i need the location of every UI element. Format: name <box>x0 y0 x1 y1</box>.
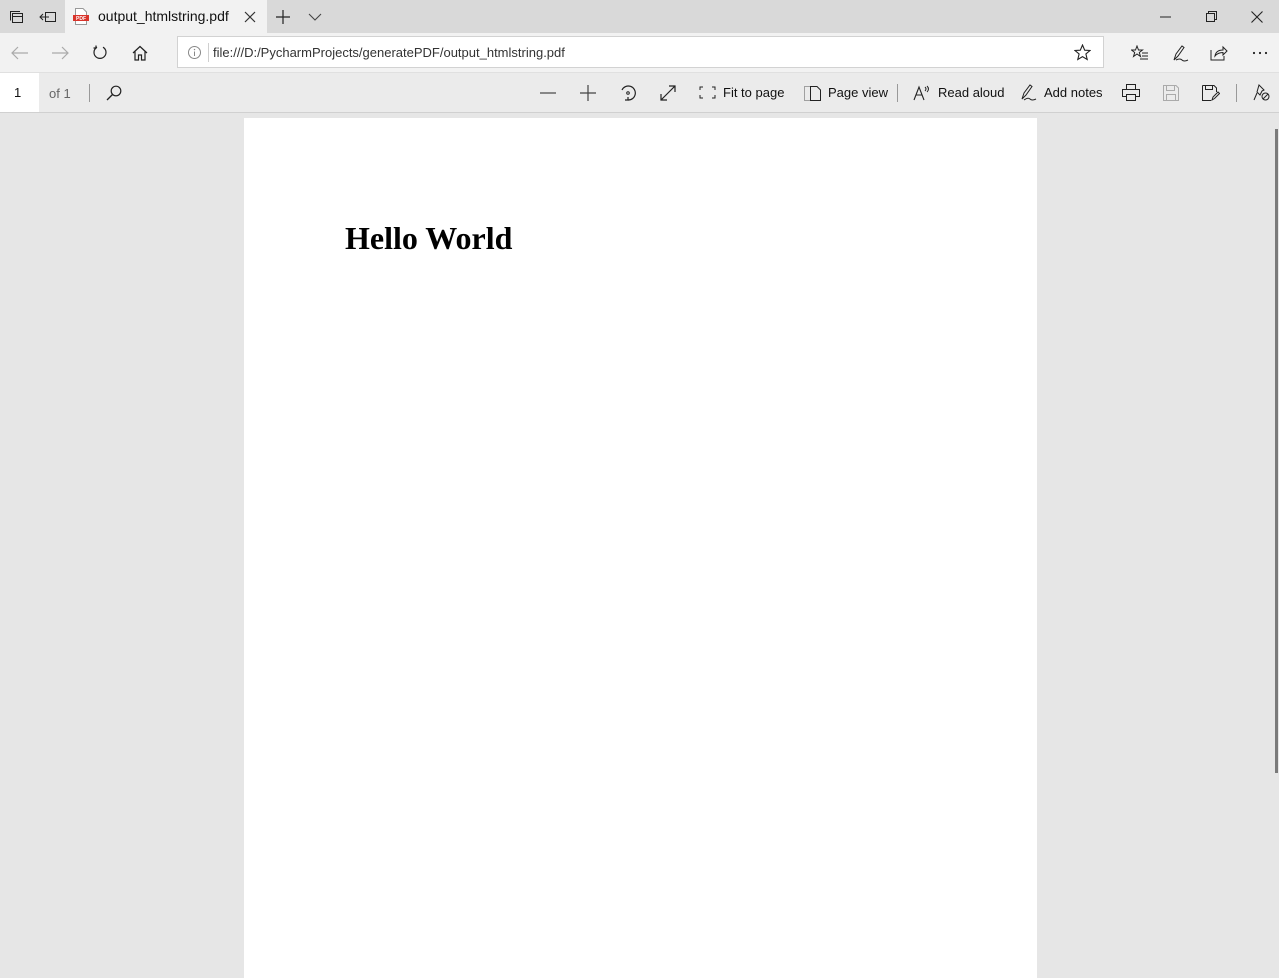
set-aside-tabs-icon <box>39 9 57 25</box>
minimize-icon <box>1159 16 1171 18</box>
page-count-label: of 1 <box>49 86 71 101</box>
unpin-icon <box>1253 84 1270 101</box>
pdf-file-icon: PDF <box>73 8 89 25</box>
pen-icon <box>1171 44 1189 62</box>
add-notes-button-nav[interactable] <box>1160 33 1200 72</box>
more-dots-icon <box>1252 51 1268 55</box>
read-aloud-button[interactable]: Read aloud <box>913 73 1005 112</box>
add-notes-label: Add notes <box>1044 85 1103 100</box>
back-button[interactable] <box>0 33 40 72</box>
document-heading: Hello World <box>345 220 513 256</box>
add-favorite-button[interactable] <box>1067 37 1097 67</box>
site-info-icon[interactable] <box>182 37 206 67</box>
fit-to-page-label: Fit to page <box>723 85 785 100</box>
fit-to-page-button[interactable]: Fit to page <box>699 73 784 112</box>
toolbar-divider <box>897 84 898 102</box>
more-button[interactable] <box>1240 33 1279 72</box>
search-icon <box>106 85 122 101</box>
close-icon <box>244 11 256 23</box>
page-number-input[interactable] <box>0 73 39 112</box>
arrow-right-icon <box>51 46 69 60</box>
tab-title: output_htmlstring.pdf <box>98 8 229 24</box>
plus-icon <box>276 9 290 24</box>
save-as-button[interactable] <box>1197 73 1225 112</box>
pen-icon <box>1020 84 1037 101</box>
save-icon <box>1163 84 1179 101</box>
active-tab[interactable]: PDF output_htmlstring.pdf <box>65 0 267 33</box>
refresh-button[interactable] <box>80 33 120 72</box>
tab-overview-icon <box>8 9 24 25</box>
save-as-icon <box>1202 84 1220 101</box>
refresh-icon <box>92 45 108 61</box>
restore-icon <box>1205 11 1217 22</box>
share-button[interactable] <box>1199 33 1239 72</box>
arrow-left-icon <box>11 46 29 60</box>
read-aloud-label: Read aloud <box>938 85 1005 100</box>
page-view-button[interactable]: Page view <box>804 73 888 112</box>
forward-button[interactable] <box>40 33 80 72</box>
tab-preview-button[interactable] <box>299 0 331 33</box>
save-button[interactable] <box>1157 73 1185 112</box>
new-tab-button[interactable] <box>267 0 299 33</box>
toolbar-divider <box>89 84 90 102</box>
pdf-viewer: Hello World <box>0 113 1279 978</box>
plus-icon <box>580 84 596 101</box>
page-view-label: Page view <box>828 85 888 100</box>
favorites-list-icon <box>1131 44 1149 61</box>
tab-close-button[interactable] <box>239 6 261 28</box>
search-button[interactable] <box>100 73 128 112</box>
add-notes-button[interactable]: Add notes <box>1020 73 1103 112</box>
svg-text:PDF: PDF <box>76 16 86 22</box>
chevron-down-icon <box>308 13 322 21</box>
minus-icon <box>540 91 556 94</box>
read-aloud-icon <box>913 84 931 101</box>
url-text[interactable]: file:///D:/PycharmProjects/generatePDF/o… <box>213 45 565 60</box>
window-close-button[interactable] <box>1234 0 1279 33</box>
page-view-icon <box>804 85 821 101</box>
favorites-hub-button[interactable] <box>1120 33 1160 72</box>
tab-overview-button[interactable] <box>0 0 32 33</box>
home-button[interactable] <box>120 33 160 72</box>
star-icon <box>1073 43 1091 61</box>
pin-toolbar-button[interactable] <box>1247 73 1275 112</box>
fit-to-page-icon <box>699 86 716 99</box>
full-screen-button[interactable] <box>653 73 683 112</box>
pdf-toolbar: of 1 Fit to page Page view <box>0 72 1279 113</box>
rotate-button[interactable] <box>613 73 643 112</box>
printer-icon <box>1122 84 1140 101</box>
address-separator <box>208 43 209 62</box>
expand-icon <box>660 84 676 101</box>
pdf-page: Hello World <box>244 118 1037 978</box>
minimize-button[interactable] <box>1142 0 1188 33</box>
zoom-in-button[interactable] <box>573 73 603 112</box>
tab-strip: PDF output_htmlstring.pdf <box>0 0 1279 33</box>
zoom-out-button[interactable] <box>533 73 563 112</box>
print-button[interactable] <box>1117 73 1145 112</box>
toolbar-divider <box>1236 84 1237 102</box>
restore-button[interactable] <box>1188 0 1234 33</box>
set-aside-tabs-button[interactable] <box>32 0 64 33</box>
vertical-scrollbar[interactable] <box>1275 129 1278 773</box>
home-icon <box>132 45 148 61</box>
close-icon <box>1251 10 1263 23</box>
rotate-icon <box>619 84 637 102</box>
address-bar[interactable]: file:///D:/PycharmProjects/generatePDF/o… <box>177 36 1104 68</box>
share-icon <box>1210 45 1228 61</box>
navigation-bar: file:///D:/PycharmProjects/generatePDF/o… <box>0 33 1279 72</box>
